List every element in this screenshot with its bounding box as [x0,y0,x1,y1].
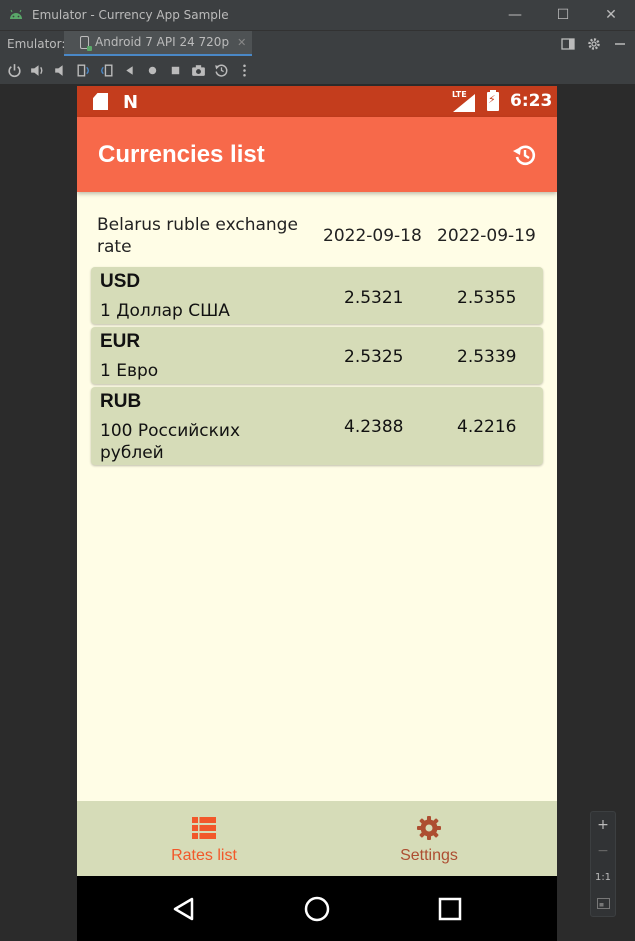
currency-name: 1 Евро [100,361,159,381]
minimize-button[interactable]: — [491,0,539,30]
window-title: Emulator - Currency App Sample [32,8,229,22]
system-navigation-bar [77,876,557,941]
rotate-left-icon[interactable] [75,62,92,79]
rate-row-usd[interactable]: USD 1 Доллар США 2.5321 2.5355 [91,267,543,324]
zoom-panel: + − 1:1 [590,811,616,917]
nav-label-rates: Rates list [171,847,237,864]
window-titlebar: Emulator - Currency App Sample — ☐ ✕ [0,0,635,30]
currency-name: 1 Доллар США [100,301,230,321]
more-icon[interactable] [236,62,253,79]
currency-code: USD [100,271,141,292]
emulator-toolbar [0,56,635,84]
sd-card-icon [93,93,108,110]
home-circle-icon[interactable] [303,895,331,923]
snapshot-icon[interactable] [213,62,230,79]
app-bar: Currencies list [77,117,557,192]
rate-row-eur[interactable]: EUR 1 Евро 2.5325 2.5339 [91,327,543,384]
page-title: Currencies list [98,140,265,168]
power-icon[interactable] [6,62,23,79]
zoom-actual-size-button[interactable]: 1:1 [595,864,611,890]
overview-icon[interactable] [167,62,184,79]
currency-code: EUR [100,331,141,352]
home-icon[interactable] [144,62,161,79]
close-window-button[interactable]: ✕ [587,0,635,30]
lte-label: LTE [452,90,467,99]
back-triangle-icon[interactable] [170,895,198,923]
rate-row-rub[interactable]: RUB 100 Российских рублей 4.2388 4.2216 [91,387,543,465]
back-icon[interactable] [121,62,138,79]
window-mode-icon[interactable] [561,37,575,51]
tabbar-label: Emulator: [7,36,66,51]
device-screen: N LTE 6:23 Currencies list Belarus ruble… [77,86,557,941]
rate-value-1: 2.5321 [344,288,404,308]
gear-icon[interactable] [587,37,601,51]
status-clock: 6:23 [510,91,553,111]
phone-icon [80,35,92,51]
rate-value-1: 2.5325 [344,347,404,367]
list-icon [192,817,216,839]
zoom-out-button[interactable]: − [597,838,609,864]
rate-value-1: 4.2388 [344,417,404,437]
rate-value-2: 4.2216 [457,417,517,437]
status-bar: N LTE 6:23 [77,86,557,117]
nav-label-settings: Settings [400,847,458,864]
zoom-in-button[interactable]: + [597,812,609,838]
rate-value-2: 2.5339 [457,347,517,367]
tab-device-label: Android 7 API 24 720p [95,35,230,49]
android-icon [10,9,22,19]
maximize-button[interactable]: ☐ [539,0,587,30]
fit-screen-icon[interactable] [596,890,610,916]
rates-header: Belarus ruble exchange rate 2022-09-18 2… [97,214,547,259]
currency-name: 100 Российских рублей [100,421,241,463]
rate-value-2: 2.5355 [457,288,517,308]
minimize-panel-icon[interactable] [613,37,627,51]
volume-down-icon[interactable] [52,62,69,79]
camera-icon[interactable] [190,62,207,79]
nougat-icon: N [123,92,139,113]
header-title: Belarus ruble exchange rate [97,215,298,257]
currency-code: RUB [100,391,142,412]
header-date-1: 2022-09-18 [323,226,422,246]
volume-up-icon[interactable] [29,62,46,79]
recents-square-icon[interactable] [436,895,464,923]
nav-item-rates-list[interactable]: Rates list [84,801,324,876]
tab-close-icon[interactable]: ✕ [237,36,246,49]
refresh-icon[interactable] [511,141,539,169]
nav-item-settings[interactable]: Settings [309,801,549,876]
rotate-right-icon[interactable] [98,62,115,79]
header-date-2: 2022-09-19 [437,226,536,246]
battery-icon [487,90,499,111]
gear-icon [417,816,441,840]
emulator-tabbar: Emulator: Android 7 API 24 720p ✕ [0,30,635,57]
bottom-navigation: Rates list Settings [77,801,557,876]
tab-device[interactable]: Android 7 API 24 720p ✕ [64,30,253,57]
